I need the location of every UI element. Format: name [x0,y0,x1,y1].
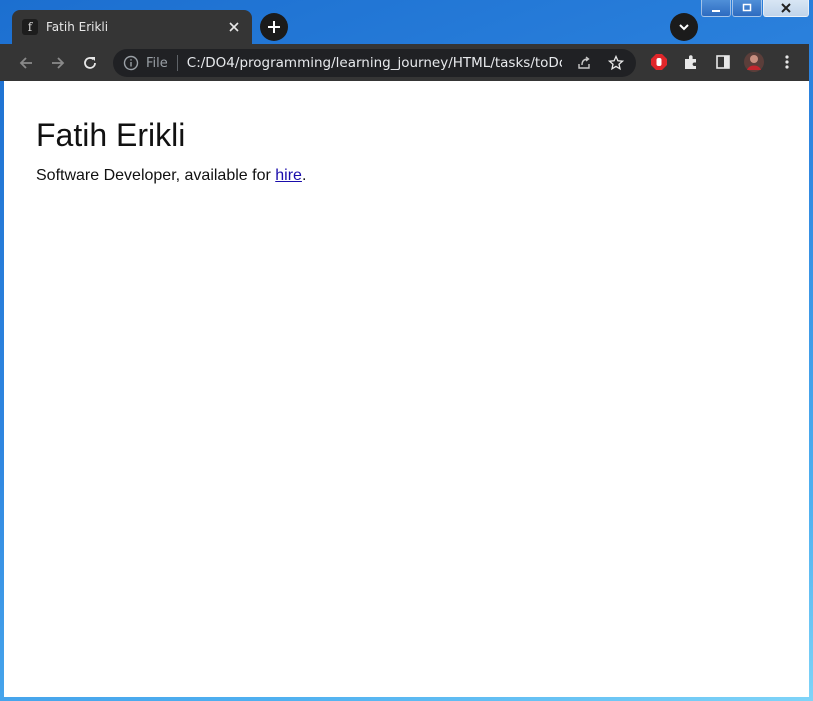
puzzle-icon [685,55,696,69]
chevron-down-icon [679,24,689,31]
bookmark-button[interactable] [606,53,626,73]
star-icon [608,55,624,71]
url-text[interactable]: C:/DO4/programming/learning_journey/HTML… [187,55,562,71]
new-tab-button[interactable] [260,13,288,41]
intro-text: Software Developer, available for [36,167,276,184]
arrow-right-icon [52,56,65,69]
menu-button[interactable] [776,51,798,73]
adblock-extension-button[interactable] [648,51,670,73]
forward-button[interactable] [46,51,70,75]
tab-title: Fatih Erikli [46,20,109,34]
browser-toolbar: File C:/DO4/programming/learning_journey… [0,44,809,81]
divider [176,55,178,71]
hire-link[interactable]: hire [275,167,302,184]
avatar [744,52,764,72]
side-panel-button[interactable] [712,51,734,73]
tab-active[interactable]: f Fatih Erikli [12,10,252,44]
tab-close-button[interactable] [226,19,242,35]
share-icon [578,56,590,69]
intro-punctuation: . [301,167,307,184]
back-button[interactable] [14,51,38,75]
tab-strip: f Fatih Erikli [0,0,813,44]
info-icon [123,55,139,71]
scheme-label: File [146,55,168,71]
reload-button[interactable] [78,51,102,75]
arrow-left-icon [19,56,32,69]
intro-paragraph: Software Developer, available for hire. [36,167,306,185]
profile-avatar-button[interactable] [743,51,765,73]
stop-hand-icon [651,54,667,70]
side-panel-icon [716,55,730,69]
address-bar[interactable]: File C:/DO4/programming/learning_journey… [113,49,636,77]
favicon-icon: f [22,19,38,35]
page-viewport: Fatih Erikli Software Developer, availab… [4,81,809,697]
share-button[interactable] [574,53,594,73]
close-icon [229,22,239,32]
tab-search-button[interactable] [670,13,698,41]
kebab-menu-icon [785,55,789,69]
extensions-button[interactable] [680,51,702,73]
page-title: Fatih Erikli [36,117,186,153]
plus-icon [268,21,280,33]
reload-icon [84,56,96,69]
